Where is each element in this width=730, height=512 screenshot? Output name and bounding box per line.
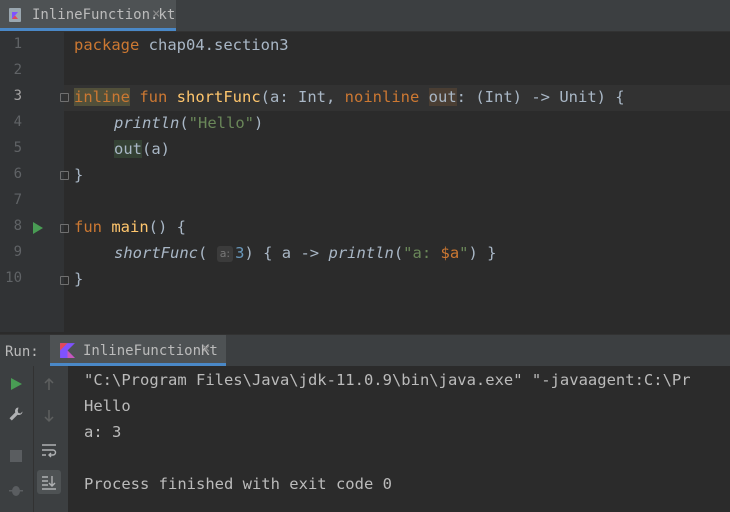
code-text: (a: Int, [260, 88, 345, 106]
function-name: shortFunc [176, 88, 261, 106]
stop-icon [10, 450, 22, 462]
wrench-icon [9, 407, 23, 421]
code-line-10: } [74, 266, 83, 292]
run-toolbar [0, 366, 68, 512]
code-line-3: inline fun shortFunc(a: Int, noinline ou… [74, 84, 625, 110]
function-call: println [114, 114, 180, 132]
kotlin-run-config-icon [60, 343, 75, 358]
settings-button[interactable] [4, 402, 28, 426]
rerun-button[interactable] [4, 372, 28, 396]
string-template: $a [440, 244, 460, 262]
code-text: : (Int) -> Unit) { [456, 88, 625, 106]
code-text: } [74, 166, 84, 184]
parameter-name: out [428, 88, 457, 106]
keyword: inline [74, 88, 130, 106]
console-line: Hello [84, 397, 131, 415]
console-line: "C:\Program Files\Java\jdk-11.0.9\bin\ja… [84, 371, 691, 389]
soft-wrap-icon [42, 444, 57, 458]
kotlin-file-icon [9, 8, 21, 22]
code-line-5: out(a) [114, 136, 170, 162]
editor-tab-bar: InlineFunction.kt × [0, 0, 730, 32]
debug-button[interactable] [4, 478, 28, 502]
code-text: ( [179, 114, 189, 132]
run-tab-label: InlineFunctionKt [83, 343, 218, 359]
stop-button[interactable] [4, 444, 28, 468]
code-editor[interactable]: package chap04.section3 inline fun short… [0, 32, 730, 332]
editor-tab-inlinefunction[interactable]: InlineFunction.kt × [0, 0, 176, 31]
code-text: ) } [468, 244, 497, 262]
console-line: Process finished with exit code 0 [84, 475, 392, 493]
run-tab-inlinefunctionkt[interactable]: InlineFunctionKt × [50, 335, 226, 366]
keyword: fun [74, 218, 102, 236]
next-occurrence-button[interactable] [37, 404, 61, 428]
close-icon[interactable]: × [152, 6, 160, 22]
code-text: ( [393, 244, 404, 262]
previous-occurrence-button[interactable] [37, 372, 61, 396]
string-literal: "a: [403, 244, 441, 262]
function-name: main [111, 218, 149, 236]
code-text: ) [254, 114, 264, 132]
up-arrow-icon [44, 377, 54, 390]
scroll-to-end-icon [42, 476, 56, 490]
toolbar-divider [33, 366, 34, 512]
code-text: } [74, 270, 84, 288]
run-window-label: Run: [5, 344, 39, 360]
down-arrow-icon [44, 410, 54, 423]
code-line-6: } [74, 162, 83, 188]
run-icon [11, 378, 22, 390]
string-literal: " [459, 244, 469, 262]
active-tab-indicator [0, 28, 176, 31]
console-output[interactable]: "C:\Program Files\Java\jdk-11.0.9\bin\ja… [68, 366, 730, 512]
keyword: noinline [344, 88, 420, 106]
parameter-hint: a: [216, 246, 234, 262]
console-line: a: 3 [84, 423, 122, 441]
code-text: () { [148, 218, 186, 236]
code-text: ) { a -> [244, 244, 329, 262]
code-text: ( [198, 244, 208, 262]
soft-wrap-button[interactable] [37, 438, 61, 462]
code-line-1: package chap04.section3 [74, 32, 289, 58]
string-literal: "Hello" [188, 114, 254, 132]
keyword: fun [130, 88, 177, 106]
function-call: shortFunc [114, 244, 198, 262]
keyword: package [74, 36, 140, 54]
code-text: chap04.section3 [139, 36, 289, 54]
debug-bug-icon [9, 486, 23, 496]
code-line-9: shortFunc( a: 3) { a -> println("a: $a") … [114, 240, 497, 266]
close-icon[interactable]: × [202, 341, 210, 357]
code-line-4: println("Hello") [114, 110, 263, 136]
scroll-to-end-button[interactable] [37, 470, 61, 494]
code-text: (a) [142, 140, 170, 158]
function-call: println [328, 244, 394, 262]
code-line-8: fun main() { [74, 214, 186, 240]
function-call: out [114, 140, 142, 158]
run-tool-window-header: Run: InlineFunctionKt × [0, 334, 730, 366]
